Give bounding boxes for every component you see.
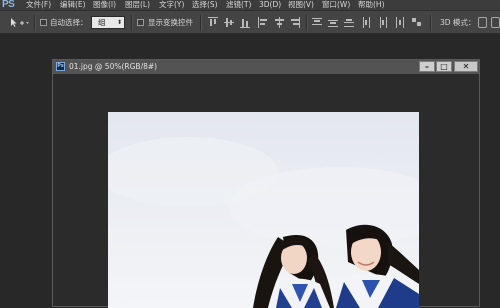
restore-button[interactable]: □ xyxy=(436,61,452,72)
menu-help[interactable]: 帮助(H) xyxy=(358,0,385,10)
show-transform-checkbox[interactable] xyxy=(137,19,144,26)
distribute-top-icon[interactable] xyxy=(312,17,322,28)
dropdown-arrow-icon: ⬍ xyxy=(116,19,122,26)
document-window[interactable]: Ps 01.jpg @ 50%(RGB/8#) – □ ✕ xyxy=(52,59,480,308)
separator xyxy=(34,15,35,31)
menu-select[interactable]: 选择(S) xyxy=(192,0,218,10)
align-top-icon[interactable] xyxy=(208,17,218,28)
align-left-icon[interactable] xyxy=(258,17,268,28)
align-hcenter-icon[interactable] xyxy=(274,17,284,28)
separator xyxy=(131,15,132,31)
auto-select-dropdown[interactable]: 组 ⬍ xyxy=(91,16,125,29)
menu-layer[interactable]: 图层(L) xyxy=(125,0,150,10)
menu-bar: PS 文件(F) 编辑(E) 图像(I) 图层(L) 文字(Y) 选择(S) 滤… xyxy=(0,0,500,10)
photoshop-logo: PS xyxy=(2,0,15,10)
show-transform-label: 显示变换控件 xyxy=(148,18,193,27)
align-vcenter-icon[interactable] xyxy=(224,17,234,28)
3d-mode-label: 3D 模式： xyxy=(440,18,476,27)
menu-filter[interactable]: 滤镜(T) xyxy=(226,0,251,10)
document-title: 01.jpg @ 50%(RGB/8#) xyxy=(69,62,158,71)
image-canvas[interactable] xyxy=(108,112,419,308)
menu-edit[interactable]: 编辑(E) xyxy=(60,0,86,10)
move-tool-icon[interactable] xyxy=(8,16,30,30)
auto-select-value: 组 xyxy=(98,18,106,27)
distribute-left-icon[interactable] xyxy=(362,17,372,28)
options-bar: 自动选择： 组 ⬍ 显示变换控件 3D 模式： xyxy=(0,10,500,34)
menu-window[interactable]: 窗口(W) xyxy=(322,0,350,10)
minimize-icon: – xyxy=(425,62,429,71)
separator xyxy=(200,15,201,31)
menu-3d[interactable]: 3D(D) xyxy=(259,0,281,10)
minimize-button[interactable]: – xyxy=(419,61,435,72)
menu-file[interactable]: 文件(F) xyxy=(26,0,51,10)
ps-document-icon: Ps xyxy=(56,62,65,71)
photo-two-schoolgirls xyxy=(108,112,419,308)
close-icon: ✕ xyxy=(462,62,470,71)
distribute-hcenter-icon[interactable] xyxy=(378,17,388,28)
3d-roll-icon[interactable] xyxy=(491,17,500,28)
auto-select-label: 自动选择： xyxy=(50,18,88,27)
align-bottom-icon[interactable] xyxy=(240,17,250,28)
separator xyxy=(430,15,431,31)
auto-select-checkbox[interactable] xyxy=(40,19,47,26)
align-right-icon[interactable] xyxy=(290,17,300,28)
menu-view[interactable]: 视图(V) xyxy=(288,0,314,10)
menu-type[interactable]: 文字(Y) xyxy=(159,0,184,10)
distribute-bottom-icon[interactable] xyxy=(344,17,354,28)
document-title-bar[interactable]: Ps 01.jpg @ 50%(RGB/8#) – □ ✕ xyxy=(53,60,479,74)
restore-icon: □ xyxy=(440,62,448,71)
auto-align-icon[interactable] xyxy=(412,17,422,28)
separator xyxy=(306,15,307,31)
distribute-right-icon[interactable] xyxy=(394,17,404,28)
close-button[interactable]: ✕ xyxy=(454,61,478,72)
distribute-vcenter-icon[interactable] xyxy=(328,17,338,28)
menu-image[interactable]: 图像(I) xyxy=(93,0,116,10)
3d-orbit-icon[interactable] xyxy=(478,17,487,28)
